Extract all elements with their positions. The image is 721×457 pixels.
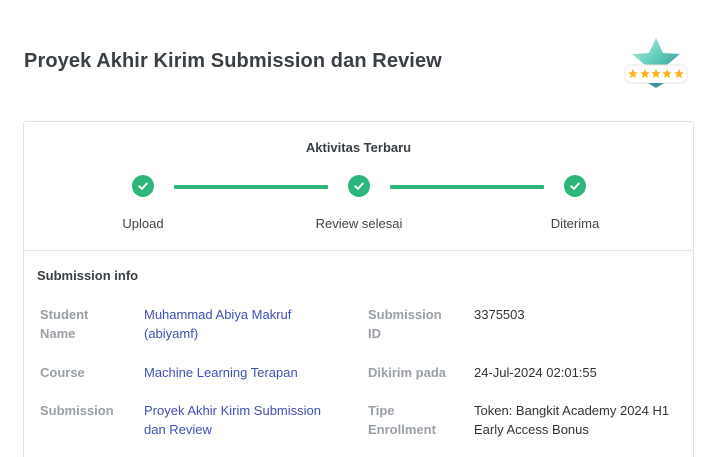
progress-line-1 <box>174 185 328 189</box>
submission-id-value: 3375503 <box>474 307 525 322</box>
step-label-accepted: Diterima <box>550 216 600 231</box>
step-review-check-icon <box>348 175 370 197</box>
course-link[interactable]: Machine Learning Terapan <box>144 363 298 382</box>
enrollment-type-value: Token: Bangkit Academy 2024 H1 Early Acc… <box>474 403 670 437</box>
step-label-upload: Upload <box>122 216 164 231</box>
step-accepted-check-icon <box>564 175 586 197</box>
submission-link[interactable]: Proyek Akhir Kirim Submission dan Review <box>144 401 321 439</box>
step-label-review: Review selesai <box>315 216 403 231</box>
submission-id-label: Submission ID <box>368 307 442 341</box>
submission-label: Submission <box>40 403 114 418</box>
submission-info-title: Submission info <box>37 268 139 283</box>
activity-section: Aktivitas Terbaru Upload Review selesai … <box>24 122 693 251</box>
submission-card: Aktivitas Terbaru Upload Review selesai … <box>23 121 694 457</box>
step-upload-check-icon <box>132 175 154 197</box>
page-title: Proyek Akhir Kirim Submission dan Review <box>24 50 442 72</box>
sent-at-label: Dikirim pada <box>368 365 447 380</box>
course-label: Course <box>40 365 85 380</box>
sent-at-value: 24-Jul-2024 02:01:55 <box>474 365 597 380</box>
activity-title: Aktivitas Terbaru <box>305 140 412 155</box>
student-name-label: Student Name <box>40 307 89 341</box>
star-rating-badge-icon <box>624 38 688 88</box>
progress-line-2 <box>390 185 544 189</box>
enrollment-type-label: Tipe Enrollment <box>368 403 436 437</box>
student-name-link[interactable]: Muhammad Abiya Makruf (abiyamf) <box>144 305 291 343</box>
